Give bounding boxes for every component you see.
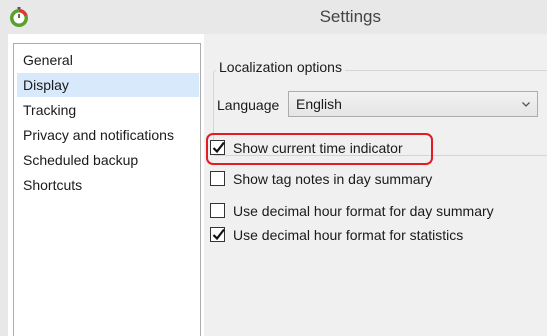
display-settings-panel: Localization options Language English Sh… — [204, 34, 547, 336]
decimal-hour-statistics-checkbox[interactable] — [210, 227, 225, 242]
window-title: Settings — [319, 7, 381, 26]
decimal-hour-day-summary-checkbox[interactable] — [210, 203, 225, 218]
sidebar-item-shortcuts[interactable]: Shortcuts — [17, 173, 199, 197]
sidebar-item-general[interactable]: General — [17, 48, 199, 72]
decimal-hour-day-summary-label: Use decimal hour format for day summary — [233, 203, 494, 219]
show-current-time-indicator-checkbox[interactable] — [210, 140, 225, 155]
show-tag-notes-checkbox[interactable] — [210, 171, 225, 186]
show-current-time-indicator-label: Show current time indicator — [233, 140, 403, 156]
localization-options-title: Localization options — [216, 59, 345, 75]
checkmark-icon — [212, 141, 225, 154]
decimal-hour-statistics-label: Use decimal hour format for statistics — [233, 227, 464, 243]
sidebar-item-privacy-and-notifications[interactable]: Privacy and notifications — [17, 123, 199, 147]
language-label: Language — [217, 97, 280, 113]
sidebar-item-scheduled-backup[interactable]: Scheduled backup — [17, 148, 199, 172]
language-selected-value: English — [296, 96, 342, 112]
sidebar-item-tracking[interactable]: Tracking — [17, 98, 199, 122]
checkmark-icon — [212, 228, 225, 241]
show-tag-notes-label: Show tag notes in day summary — [233, 171, 433, 187]
sidebar-item-display[interactable]: Display — [17, 73, 199, 97]
language-dropdown[interactable]: English — [288, 91, 538, 117]
title-bar[interactable]: Settings — [0, 0, 547, 34]
settings-category-list[interactable]: General Display Tracking Privacy and not… — [13, 43, 201, 336]
chevron-down-icon — [522, 102, 530, 107]
settings-window: Settings General Display Tracking Privac… — [0, 0, 547, 336]
window-frame-left — [0, 34, 8, 336]
